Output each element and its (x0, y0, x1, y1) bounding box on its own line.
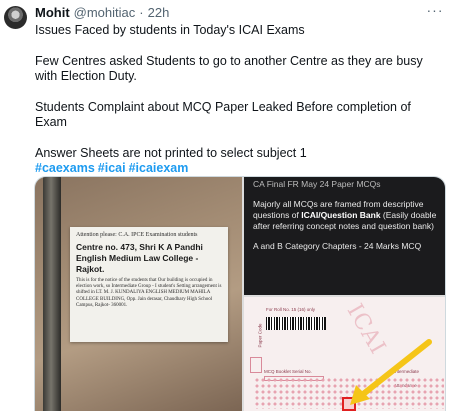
yellow-arrow-icon (350, 339, 432, 405)
tweet-line-centres: Few Centres asked Students to go to anot… (35, 53, 423, 84)
panel-header: CA Final FR May 24 Paper MCQs (253, 179, 381, 189)
notice-body: This is for the notice of the students t… (76, 278, 222, 308)
panel-paragraph-2: A and B Category Chapters - 24 Marks MCQ (253, 241, 422, 251)
more-options-icon[interactable]: ··· (425, 2, 445, 20)
hashtags: #caexams #icai #icaiexam (35, 161, 445, 177)
notice-paper: Attention please: C.A. IPCE Examination … (70, 227, 228, 342)
tweet-media-grid: Attention please: C.A. IPCE Examination … (34, 176, 446, 411)
author-avatar[interactable] (4, 6, 27, 29)
header-separator: · (139, 4, 144, 20)
panel-para1-bold: ICAI/Question Bank (301, 210, 381, 220)
media-photo-mcq-panel[interactable]: CA Final FR May 24 Paper MCQs Majorly al… (244, 177, 445, 295)
tweet-line-sheets: Answer Sheets are not printed to select … (35, 145, 307, 160)
author-name[interactable]: Mohit (35, 5, 70, 20)
hashtag-icaiexam[interactable]: #icaiexam (129, 161, 189, 175)
hashtag-caexams[interactable]: #caexams (35, 161, 95, 175)
author-handle[interactable]: @mohitiac (74, 5, 136, 20)
notice-title-line1: Centre no. 473, Shri K A Pandhi (76, 242, 203, 252)
tweet-line-title: Issues Faced by students in Today's ICAI… (35, 23, 305, 37)
pole-graphic (43, 177, 61, 411)
media-photo-notice[interactable]: Attention please: C.A. IPCE Examination … (35, 177, 242, 411)
notice-title-line2: English Medium Law College - Rajkot. (76, 253, 199, 274)
tweet-header: Mohit @mohitiac · 22h (35, 4, 169, 20)
notice-attention: Attention please: C.A. IPCE Examination … (76, 232, 198, 238)
hashtag-icai[interactable]: #icai (98, 161, 126, 175)
tweet-timestamp[interactable]: 22h (148, 5, 170, 20)
tweet-line-leak: Students Complaint about MCQ Paper Leake… (35, 99, 411, 130)
panel-paragraph-1: Majorly all MCQs are framed from descrip… (253, 199, 438, 232)
tweet-text: Issues Faced by students in Today's ICAI… (35, 23, 445, 177)
tweet-card[interactable]: Mohit @mohitiac · 22h ··· Issues Faced b… (0, 0, 453, 411)
media-photo-answer-sheet[interactable]: ICAI For Roll No. 15 (16) only Paper Cod… (244, 297, 445, 411)
